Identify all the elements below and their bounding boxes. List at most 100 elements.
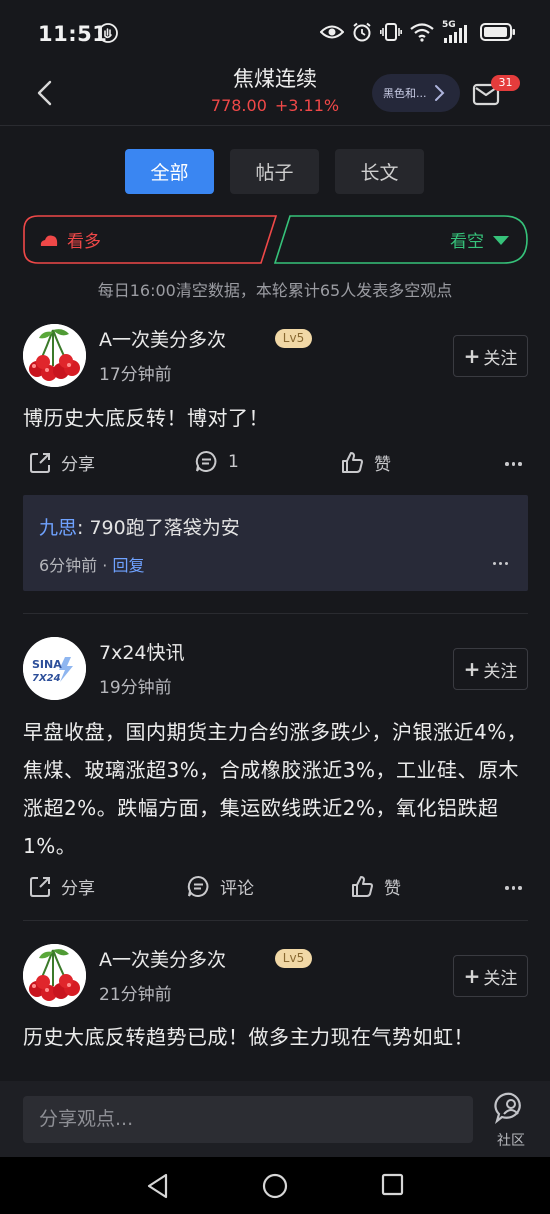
share-button[interactable]: 分享 [29, 874, 95, 899]
reply-button[interactable]: 回复 [112, 556, 144, 575]
post-content[interactable]: 历史大底反转趋势已成！做多主力现在气势如虹！ [23, 1018, 533, 1056]
tab-all[interactable]: 全部 [125, 149, 214, 194]
filter-tabs: 全部 帖子 长文 [125, 149, 424, 194]
thumbs-up-icon [342, 452, 363, 473]
author-name[interactable]: 7x24快讯 [99, 638, 185, 665]
price-line: 778.00 +3.11% [0, 94, 550, 118]
cloud-up-icon [40, 235, 58, 246]
square-recents-icon [381, 1173, 404, 1196]
bullish-button[interactable]: 看多 [39, 227, 101, 252]
header: 焦煤连续 778.00 +3.11% 黑色和... 31 [0, 58, 550, 126]
vibrate-icon [380, 22, 402, 46]
comment-label: 评论 [220, 879, 254, 899]
reply-dot: · [97, 556, 113, 575]
system-nav-bar [0, 1157, 550, 1214]
post-actions: 分享 评论 赞 [0, 874, 550, 904]
circle-home-icon [262, 1173, 288, 1199]
bearish-label: 看空 [450, 232, 484, 252]
post-content[interactable]: 早盘收盘，国内期货主力合约涨多跌少，沪银涨近4%，焦煤、玻璃涨超3%，合成橡胶涨… [23, 713, 533, 865]
comment-button[interactable]: 1 [195, 450, 239, 473]
more-icon[interactable] [505, 462, 522, 466]
community-chat-icon [494, 1092, 521, 1125]
share-label: 分享 [61, 455, 95, 475]
post-time: 19分钟前 [99, 678, 172, 698]
reply-separator: : [77, 517, 90, 539]
page-title: 焦煤连续 [233, 67, 317, 91]
bullish-label: 看多 [67, 232, 101, 252]
thumbs-up-icon [352, 876, 373, 897]
related-label: 黑色和... [383, 87, 427, 100]
community-button[interactable]: 社区 [494, 1091, 528, 1150]
tab-articles[interactable]: 长文 [335, 149, 424, 194]
status-icons: 5G [319, 20, 516, 46]
level-badge: Lv5 [275, 949, 312, 968]
hand-icon [98, 23, 118, 47]
follow-label: 关注 [483, 968, 518, 989]
divider [23, 613, 528, 614]
reply-meta: 6分钟前 · 回复 [39, 552, 144, 576]
battery-icon [480, 22, 516, 46]
share-icon [30, 876, 50, 897]
like-label: 赞 [374, 455, 391, 475]
community-label: 社区 [497, 1133, 525, 1149]
avatar[interactable]: SINA 7X24 [23, 637, 86, 700]
signal-icon: 5G [442, 20, 472, 45]
logo-text-sina: SINA [32, 658, 62, 671]
wifi-icon [410, 22, 434, 46]
plus-icon: + [463, 964, 481, 988]
follow-button[interactable]: + 关注 [453, 648, 528, 690]
status-time: 11:51 [38, 22, 108, 46]
sina-7x24-logo-icon: SINA 7X24 [23, 637, 86, 700]
author-name[interactable]: A一次美分多次 [99, 325, 226, 352]
follow-label: 关注 [483, 661, 518, 682]
post-actions: 分享 1 赞 [0, 450, 550, 480]
follow-label: 关注 [483, 348, 518, 369]
nav-home-button[interactable] [262, 1173, 288, 1203]
plus-icon: + [463, 344, 481, 368]
tab-posts[interactable]: 帖子 [230, 149, 319, 194]
post-content[interactable]: 博历史大底反转！博对了！ [23, 399, 533, 437]
mail-count-badge: 31 [491, 75, 520, 91]
avatar[interactable] [23, 944, 86, 1007]
sentiment-vote: 看多 看空 [23, 215, 528, 264]
more-icon[interactable] [505, 886, 522, 890]
eye-icon [319, 23, 345, 45]
reply-author[interactable]: 九思 [39, 517, 77, 539]
share-button[interactable]: 分享 [29, 450, 95, 475]
share-opinion-input[interactable]: 分享观点... [23, 1096, 473, 1143]
related-contracts-button[interactable]: 黑色和... [372, 74, 460, 112]
avatar[interactable] [23, 324, 86, 387]
follow-button[interactable]: + 关注 [453, 955, 528, 997]
author-name[interactable]: A一次美分多次 [99, 945, 226, 972]
chevron-right-icon [434, 85, 444, 101]
comment-icon [187, 875, 209, 897]
price: 778.00 [210, 96, 267, 115]
follow-button[interactable]: + 关注 [453, 335, 528, 377]
comment-button[interactable]: 评论 [187, 874, 254, 899]
divider [23, 920, 528, 921]
triangle-back-icon [147, 1173, 168, 1199]
plus-icon: + [463, 657, 481, 681]
nav-back-button[interactable] [146, 1173, 170, 1203]
share-icon [30, 452, 50, 473]
like-button[interactable]: 赞 [341, 450, 391, 475]
reply-text: 790跑了落袋为安 [89, 517, 240, 539]
post-time: 17分钟前 [99, 365, 172, 385]
like-label: 赞 [384, 879, 401, 899]
vote-note: 每日16:00清空数据，本轮累计65人发表多空观点 [97, 281, 453, 300]
reply-time: 6分钟前 [39, 556, 98, 575]
like-button[interactable]: 赞 [351, 874, 401, 899]
logo-text-7x24: 7X24 [32, 673, 61, 684]
title-box: 焦煤连续 778.00 +3.11% [0, 64, 550, 118]
reply-more-icon[interactable] [493, 562, 508, 565]
reply-preview[interactable]: 九思: 790跑了落袋为安 6分钟前 · 回复 [23, 495, 528, 591]
change-percent: +3.11% [274, 96, 340, 115]
nav-recents-button[interactable] [381, 1173, 405, 1201]
bearish-button[interactable]: 看空 [450, 227, 510, 252]
comment-icon [195, 450, 217, 472]
post-time: 21分钟前 [99, 985, 172, 1005]
comment-count: 1 [228, 451, 239, 472]
bottom-bar: 分享观点... 社区 [0, 1081, 550, 1157]
triangle-down-icon [493, 235, 509, 245]
share-label: 分享 [61, 879, 95, 899]
